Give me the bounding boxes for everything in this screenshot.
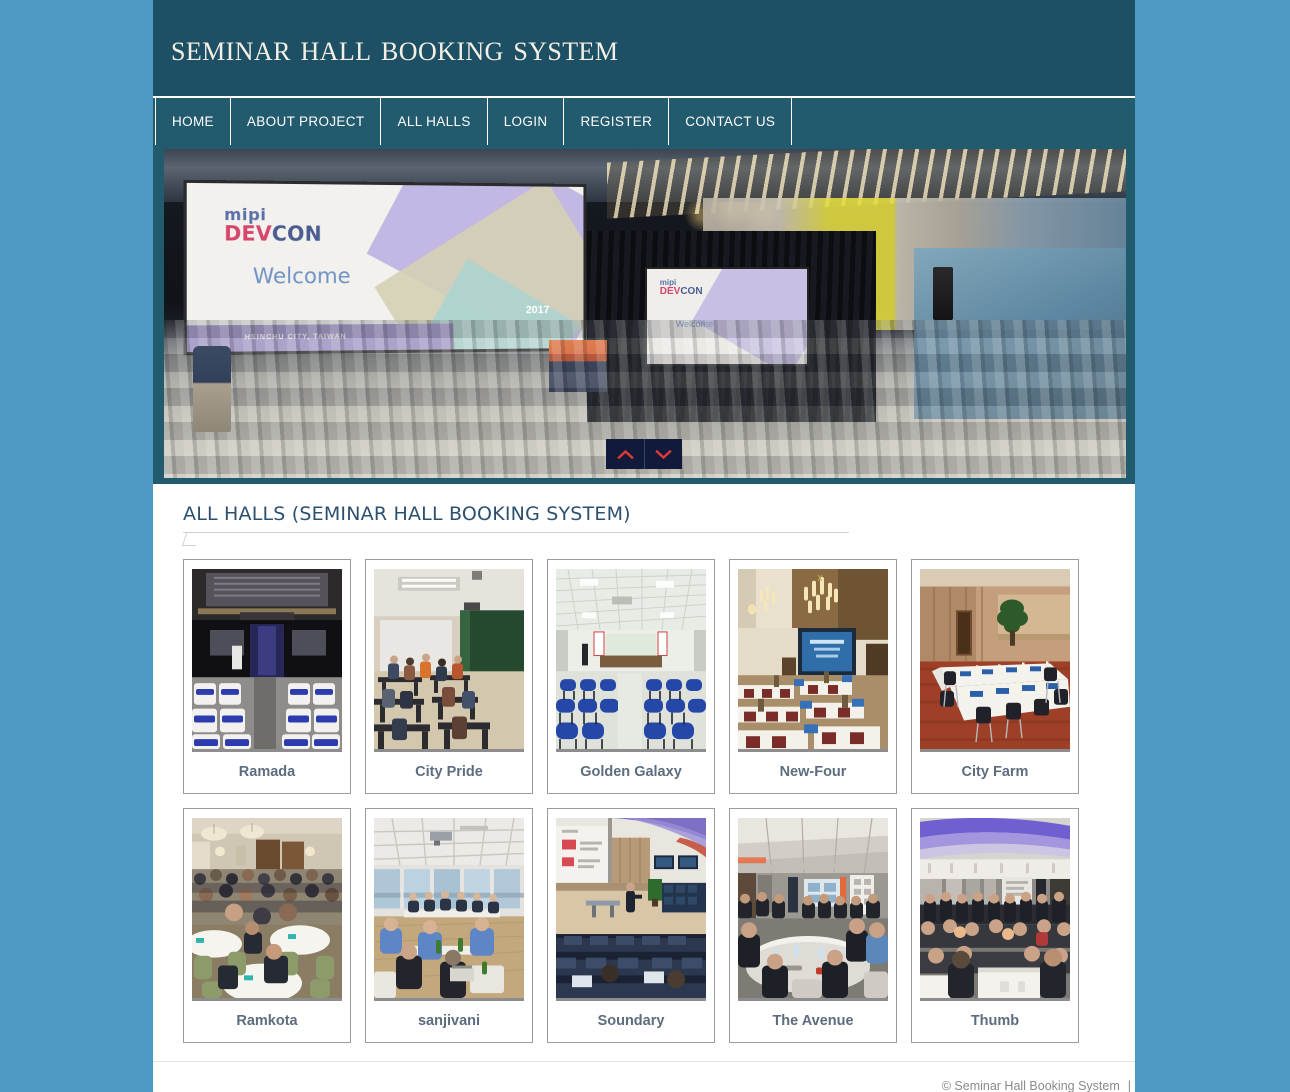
- footer-copyright: © Seminar Hall Booking System: [941, 1078, 1120, 1092]
- slide-welcome-text: Welcome: [252, 264, 351, 289]
- hall-card-ramkota[interactable]: Ramkota: [183, 808, 351, 1043]
- nav-item-contact-us[interactable]: CONTACT US: [669, 98, 793, 145]
- hall-name: The Avenue: [772, 1013, 854, 1029]
- hall-thumbnail-wrap: [192, 818, 342, 1001]
- hall-thumbnail-wrap: [738, 818, 888, 1001]
- secondary-brand-devcon: DEVCON: [660, 287, 703, 298]
- hall-image-city-pride: [374, 569, 524, 749]
- hall-thumbnail-wrap: [556, 569, 706, 752]
- hall-card-golden-galaxy[interactable]: Golden Galaxy: [547, 559, 715, 794]
- site-footer: © Seminar Hall Booking System |: [153, 1061, 1135, 1092]
- hall-name: Ramkota: [236, 1013, 298, 1029]
- hall-card-city-pride[interactable]: City Pride: [365, 559, 533, 794]
- nav-item-login[interactable]: LOGIN: [488, 98, 565, 145]
- carousel-controls: [606, 439, 682, 469]
- hall-thumbnail-wrap: [556, 818, 706, 1001]
- secondary-brand-dev: DEV: [659, 286, 681, 298]
- site-header: Seminar Hall Booking System: [153, 0, 1135, 98]
- hero-slide: mipi DEVCON Welcome 2017 HSINCHU CITY, T…: [164, 149, 1126, 478]
- hall-thumbnail-wrap: [192, 569, 342, 752]
- nav-item-all-halls[interactable]: ALL HALLS: [381, 98, 488, 145]
- hall-card-ramada[interactable]: Ramada: [183, 559, 351, 794]
- hall-name: Ramada: [238, 764, 296, 780]
- hero-attendee: [192, 346, 232, 432]
- chevron-up-icon: [616, 449, 634, 459]
- section-divider: [183, 532, 849, 533]
- hall-name: City Farm: [961, 764, 1029, 780]
- hall-grid: Ramada City Pride Golden Galaxy New-Four…: [183, 559, 1115, 1043]
- hall-name: Thumb: [970, 1013, 1020, 1029]
- secondary-brand-con: CON: [680, 286, 703, 298]
- footer-separator: |: [1127, 1078, 1131, 1092]
- hall-card-city-farm[interactable]: City Farm: [911, 559, 1079, 794]
- slide-logo: mipi DEVCON: [224, 205, 322, 246]
- hall-name: City Pride: [415, 764, 483, 780]
- hero-carousel: mipi DEVCON Welcome 2017 HSINCHU CITY, T…: [153, 145, 1135, 484]
- page-title: Seminar Hall Booking System: [171, 27, 619, 69]
- hall-thumbnail-wrap: [920, 569, 1070, 752]
- slide-year: 2017: [525, 304, 550, 317]
- main-navigation: HOME ABOUT PROJECT ALL HALLS LOGIN REGIS…: [153, 98, 1135, 145]
- hall-name: sanjivani: [417, 1013, 481, 1029]
- hall-name: New-Four: [779, 764, 847, 780]
- nav-item-register[interactable]: REGISTER: [564, 98, 670, 145]
- hall-card-thumb[interactable]: Thumb: [911, 808, 1079, 1043]
- nav-item-about-project[interactable]: ABOUT PROJECT: [231, 98, 382, 145]
- hall-thumbnail-wrap: [738, 569, 888, 752]
- hall-card-new-four[interactable]: New-Four: [729, 559, 897, 794]
- hall-name: Soundary: [597, 1013, 665, 1029]
- hall-card-soundary[interactable]: Soundary: [547, 808, 715, 1043]
- section-header: ALL HALLS (SEMINAR HALL BOOKING SYSTEM): [183, 503, 1115, 533]
- hero-loudspeaker: [932, 267, 953, 321]
- hall-image-sanjivani: [374, 818, 524, 998]
- hall-name: Golden Galaxy: [580, 764, 682, 780]
- hall-image-soundary: [556, 818, 706, 998]
- hall-image-ramada: [192, 569, 342, 749]
- hall-card-the-avenue[interactable]: The Avenue: [729, 808, 897, 1043]
- hall-thumbnail-wrap: [374, 569, 524, 752]
- slide-brand-dev: DEV: [224, 221, 272, 246]
- hall-image-golden-galaxy: [556, 569, 706, 749]
- chevron-down-icon: [655, 449, 672, 459]
- nav-item-home[interactable]: HOME: [155, 98, 231, 145]
- hall-image-the-avenue: [738, 818, 888, 998]
- main-content: ALL HALLS (SEMINAR HALL BOOKING SYSTEM): [153, 484, 1135, 1061]
- carousel-prev-button[interactable]: [606, 439, 644, 469]
- page-wrapper: Seminar Hall Booking System HOME ABOUT P…: [153, 0, 1135, 1092]
- hall-image-ramkota: [192, 818, 342, 998]
- hall-thumbnail-wrap: [374, 818, 524, 1001]
- section-title: ALL HALLS (SEMINAR HALL BOOKING SYSTEM): [183, 503, 631, 525]
- slide-brand-con: CON: [271, 221, 322, 246]
- slide-brand-devcon: DEVCON: [224, 221, 322, 246]
- hall-card-sanjivani[interactable]: sanjivani: [365, 808, 533, 1043]
- hall-image-thumb: [920, 818, 1070, 998]
- hall-thumbnail-wrap: [920, 818, 1070, 1001]
- secondary-slide-logo: mipi DEVCON: [660, 278, 703, 298]
- carousel-next-button[interactable]: [644, 439, 682, 469]
- hall-image-new-four: [738, 569, 888, 749]
- hall-image-city-farm: [920, 569, 1070, 749]
